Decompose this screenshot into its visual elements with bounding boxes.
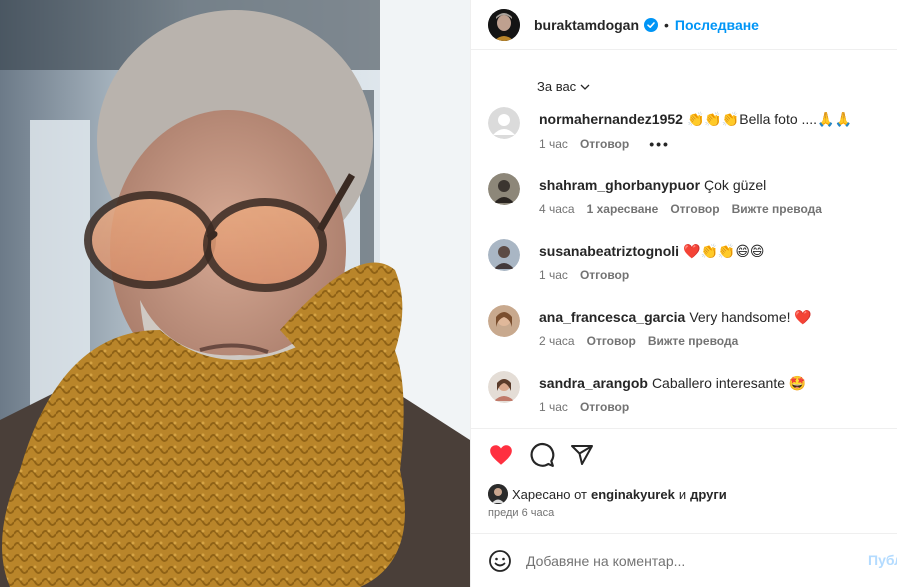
commenter-avatar[interactable] (488, 305, 520, 337)
header-separator: • (664, 16, 669, 33)
commenter-avatar[interactable] (488, 239, 520, 271)
reply-button[interactable]: Отговор (580, 400, 629, 414)
chevron-down-icon (580, 84, 590, 90)
comment-sort-dropdown[interactable]: За вас (537, 79, 591, 94)
liker-photo (488, 484, 508, 504)
liked-by-conj: и (678, 486, 687, 502)
post-timestamp[interactable]: преди 6 часа (488, 507, 554, 519)
commenter-username[interactable]: normahernandez1952 (539, 111, 683, 127)
liker-username[interactable]: enginakyurek (591, 487, 675, 502)
verified-badge-icon (644, 17, 659, 32)
see-translation-button[interactable]: Вижте превода (732, 202, 822, 216)
commenter-photo (488, 305, 520, 337)
liked-by: Харесано от enginakyurek и други (488, 484, 731, 504)
share-icon[interactable] (570, 443, 594, 467)
post-photo (0, 0, 470, 587)
liked-by-prefix: Харесано от (512, 486, 588, 502)
reply-button[interactable]: Отговор (587, 334, 636, 348)
reply-button[interactable]: Отговор (580, 137, 629, 151)
heart-filled-icon[interactable] (488, 442, 514, 468)
author-avatar-image (488, 8, 520, 41)
portrait-photo (0, 0, 470, 587)
emoji-icon[interactable] (488, 549, 512, 573)
commenter-username[interactable]: ana_francesca_garcia (539, 309, 685, 325)
comment-text: ❤️👏👏😄😄 (683, 243, 765, 259)
commenter-avatar[interactable] (488, 107, 520, 139)
commenter-avatar[interactable] (488, 371, 520, 403)
default-avatar-icon (488, 107, 520, 139)
commenter-photo (488, 371, 520, 403)
commenter-username[interactable]: susanabeatriztognoli (539, 243, 679, 259)
add-comment-bar: Публ (488, 546, 897, 576)
add-comment-divider (471, 533, 897, 534)
see-translation-button[interactable]: Вижте превода (648, 334, 738, 348)
author-avatar[interactable] (488, 8, 520, 41)
post-header: buraktamdogan • Последване (471, 0, 897, 50)
comment-time[interactable]: 4 часа (539, 202, 575, 216)
comment-text: 👏👏👏Bella foto ....🙏🙏 (686, 111, 852, 127)
comment-options-button[interactable]: ••• (649, 136, 670, 152)
comment-text: Çok güzel (704, 177, 767, 193)
comment-text: Very handsome! ❤️ (689, 309, 812, 325)
comment-text: Caballero interesante 🤩 (651, 375, 807, 391)
liked-by-others[interactable]: други (690, 487, 727, 502)
comment-time[interactable]: 2 часа (539, 334, 575, 348)
commenter-photo (488, 239, 520, 271)
post-side-panel: buraktamdogan • Последване За вас normah… (470, 0, 897, 587)
comment-time[interactable]: 1 час (539, 400, 568, 414)
comment-sort-label: За вас (537, 79, 577, 94)
add-comment-input[interactable] (526, 553, 836, 569)
actions-divider (471, 428, 897, 429)
reply-button[interactable]: Отговор (670, 202, 719, 216)
liker-avatar[interactable] (488, 484, 508, 504)
post-comment-button[interactable]: Публ (868, 552, 897, 568)
commenter-photo (488, 173, 520, 205)
post-actions (488, 440, 594, 470)
comment-time[interactable]: 1 час (539, 268, 568, 282)
commenter-username[interactable]: shahram_ghorbanypuor (539, 177, 700, 193)
comment-icon[interactable] (529, 442, 555, 468)
commenter-username[interactable]: sandra_arangob (539, 375, 648, 391)
author-username[interactable]: buraktamdogan (534, 17, 639, 33)
follow-button[interactable]: Последване (675, 17, 759, 33)
reply-button[interactable]: Отговор (580, 268, 629, 282)
commenter-avatar[interactable] (488, 173, 520, 205)
comment-time[interactable]: 1 час (539, 137, 568, 151)
comment-likes-count[interactable]: 1 харесване (587, 202, 659, 216)
